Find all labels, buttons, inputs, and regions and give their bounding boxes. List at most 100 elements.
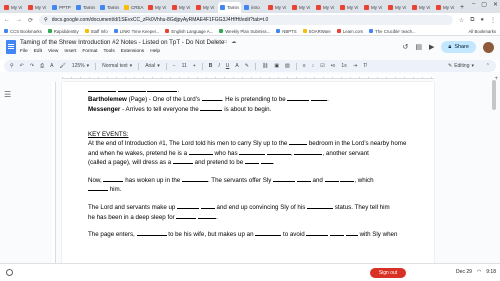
link-icon[interactable]: ⛓ — [262, 63, 268, 69]
document-page[interactable]: . Bartholemew (Page) - One of the Lord’s… — [62, 82, 434, 270]
horizontal-ruler[interactable] — [62, 74, 434, 79]
back-icon[interactable]: ← — [4, 17, 10, 23]
font-size-field[interactable]: 11 — [182, 63, 187, 69]
menu-extensions[interactable]: Extensions — [121, 49, 144, 54]
bullet-list-icon[interactable]: •≡ — [331, 63, 336, 69]
browser-tab[interactable]: My Vi — [26, 2, 49, 13]
vertical-ruler[interactable] — [52, 82, 56, 270]
maximize-icon[interactable]: ▢ — [481, 1, 487, 8]
bookmark-item[interactable]: SOARWare — [302, 29, 331, 34]
avatar[interactable] — [483, 41, 494, 53]
bold-icon[interactable]: B — [209, 63, 213, 69]
browser-tab[interactable]: Tamin — [98, 2, 121, 13]
scrollbar[interactable] — [492, 80, 496, 110]
bookmark-item[interactable]: Rapididentity — [47, 29, 79, 34]
browser-tab[interactable]: My Vi — [314, 2, 337, 13]
browser-tab[interactable]: My Vi — [290, 2, 313, 13]
extensions-icon[interactable]: ⧉ — [470, 17, 474, 24]
bookmark-item[interactable]: Staff Info — [84, 29, 108, 34]
outline-icon[interactable]: ☰ — [4, 90, 11, 99]
browser-tab[interactable]: My Vi — [2, 2, 25, 13]
bookmark-item[interactable]: NBPTS — [276, 29, 297, 34]
decrease-size-icon[interactable]: − — [173, 63, 176, 69]
browser-tab[interactable]: PPTP — [50, 2, 73, 13]
bookmark-star-icon[interactable]: ☆ — [459, 17, 464, 24]
menu-tools[interactable]: Tools — [104, 49, 115, 54]
italic-icon[interactable]: I — [218, 63, 219, 69]
editing-mode-select[interactable]: ✎ Editing ▾ — [448, 63, 474, 69]
blank-line — [294, 149, 323, 155]
underline-icon[interactable]: U — [226, 63, 230, 69]
browser-tab[interactable]: intro — [242, 2, 265, 13]
browser-tab[interactable]: My Vi — [266, 2, 289, 13]
url-field[interactable]: ⚲ docs.google.com/document/d/1SEvxCC_zFk… — [39, 15, 453, 25]
site-info-icon[interactable]: ⚲ — [44, 17, 48, 23]
bookmark-item[interactable]: English Language A... — [165, 29, 213, 34]
bookmark-item[interactable]: Learn.com — [336, 29, 363, 34]
bookmark-item[interactable]: CCS Bookmarks — [4, 29, 42, 34]
all-bookmarks[interactable]: All Bookmarks — [469, 29, 496, 34]
docs-logo-icon[interactable] — [6, 40, 16, 54]
highlight-icon[interactable]: ✎ — [245, 63, 249, 69]
browser-tab[interactable]: CREA — [122, 2, 145, 13]
browser-tab[interactable]: My Vi — [146, 2, 169, 13]
bookmark-item[interactable]: The Crucible' teach... — [369, 29, 416, 34]
browser-tab[interactable]: Tamin — [74, 2, 97, 13]
increase-size-icon[interactable]: + — [193, 63, 196, 69]
menu-file[interactable]: File — [20, 49, 28, 54]
browser-menu-icon[interactable]: ⋮ — [490, 17, 496, 24]
font-select[interactable]: Arial ▾ — [145, 63, 160, 69]
image-icon[interactable]: ▨ — [285, 63, 290, 69]
document-title[interactable]: Taming of the Shrew Introduction #2 Note… — [20, 39, 224, 46]
reload-icon[interactable]: ⟳ — [28, 17, 33, 24]
print-icon[interactable]: ⎙ — [40, 63, 44, 69]
bookmark-item[interactable]: LINK! Time Keeper... — [113, 29, 159, 34]
move-folder-icon[interactable]: ▭ — [222, 39, 227, 45]
minimize-icon[interactable]: – — [472, 1, 475, 8]
browser-tab[interactable]: My Vi — [194, 2, 217, 13]
undo-icon[interactable]: ↶ — [20, 63, 24, 69]
browser-tab[interactable]: My Vi — [386, 2, 409, 13]
star-icon[interactable]: ☆ — [214, 39, 218, 45]
launcher-icon[interactable] — [6, 269, 13, 276]
comments-icon[interactable]: ▤ — [415, 43, 422, 51]
sign-out-button[interactable]: Sign out — [370, 268, 406, 278]
menu-format[interactable]: Format — [82, 49, 97, 54]
system-tray[interactable]: Dec 29 ◠ 9:18 — [456, 269, 496, 275]
profile-icon[interactable]: ● — [480, 17, 484, 23]
browser-tab[interactable]: My Vi — [410, 2, 433, 13]
share-button[interactable]: 🔒︎ Share — [441, 41, 476, 53]
line-spacing-icon[interactable]: ↕ — [312, 63, 315, 69]
browser-tab[interactable]: My Vi — [170, 2, 193, 13]
spellcheck-icon[interactable]: A — [50, 63, 53, 69]
menu-insert[interactable]: Insert — [64, 49, 76, 54]
history-icon[interactable]: ↺ — [402, 43, 408, 51]
paint-format-icon[interactable]: 🖌︎ — [59, 63, 65, 69]
comment-icon[interactable]: ▣ — [274, 63, 279, 69]
browser-tab[interactable]: Tamin — [218, 2, 241, 13]
text-color-icon[interactable]: A — [235, 63, 238, 69]
style-select[interactable]: Normal text ▾ — [102, 63, 132, 69]
search-menus-icon[interactable]: ⚲ — [10, 63, 14, 69]
checklist-icon[interactable]: ☑ — [320, 63, 324, 69]
menu-view[interactable]: View — [48, 49, 58, 54]
bookmark-item[interactable]: Weekly Plan Submiss... — [219, 29, 270, 34]
document-body[interactable]: . Bartholemew (Page) - One of the Lord’s… — [88, 86, 410, 240]
clear-format-icon[interactable]: T̸ — [363, 63, 366, 69]
browser-tab[interactable]: My Vi — [338, 2, 361, 13]
new-tab-button[interactable]: + — [460, 2, 464, 13]
numbered-list-icon[interactable]: 1≡ — [341, 63, 347, 69]
collapse-menus-icon[interactable]: ⌃ — [486, 63, 490, 69]
forward-icon[interactable]: → — [16, 17, 22, 23]
meet-icon[interactable]: ▶ — [429, 43, 434, 51]
menu-edit[interactable]: Edit — [34, 49, 42, 54]
close-icon[interactable]: ✕ — [493, 1, 498, 8]
align-icon[interactable]: ≡ — [303, 63, 306, 69]
cloud-status-icon[interactable]: ☁ — [231, 39, 236, 45]
indent-icon[interactable]: ⇥ — [353, 63, 357, 69]
menu-help[interactable]: Help — [150, 49, 160, 54]
browser-tab[interactable]: My Vi — [362, 2, 385, 13]
zoom-select[interactable]: 125% ▾ — [72, 63, 89, 69]
redo-icon[interactable]: ↷ — [30, 63, 34, 69]
browser-tab[interactable]: My Vi — [434, 2, 457, 13]
